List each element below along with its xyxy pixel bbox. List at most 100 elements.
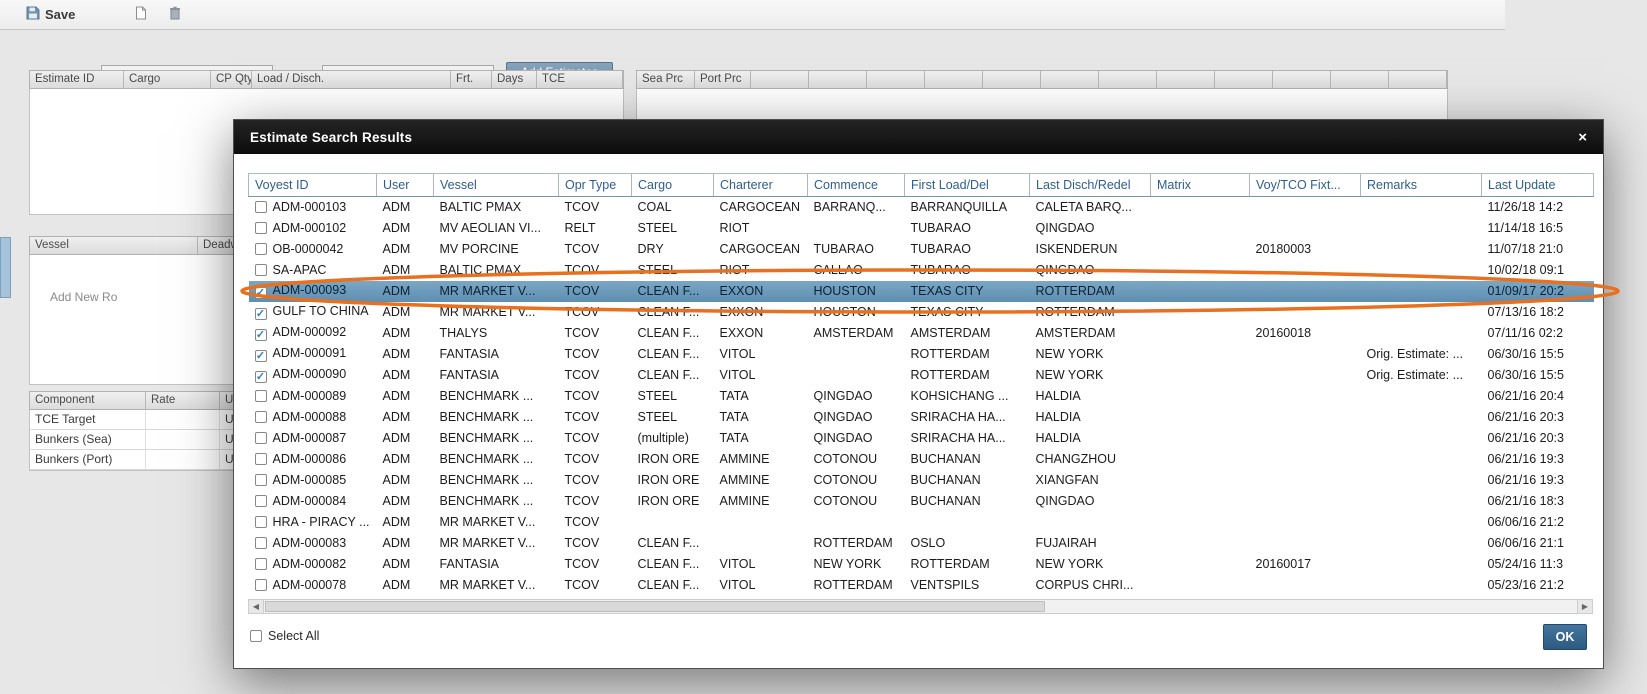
row-checkbox[interactable] (255, 432, 267, 444)
result-row-adm-000090[interactable]: ✓ADM-000090ADMFANTASIATCOVCLEAN F...VITO… (249, 365, 1594, 386)
cell-commence: QINGDAO (808, 386, 905, 407)
cell-vessel: FANTASIA (434, 365, 559, 386)
sidebar-handle[interactable] (0, 237, 11, 298)
add-new-row-link[interactable]: Add New Ro (50, 290, 117, 304)
voyest-id-text: HRA - PIRACY ... (273, 515, 370, 529)
row-checkbox[interactable]: ✓ (255, 287, 267, 299)
copy-document-button[interactable] (127, 3, 155, 26)
row-checkbox[interactable] (255, 516, 267, 528)
result-row-ob-0000042[interactable]: OB-0000042ADMMV PORCINETCOVDRYCARGOCEANT… (249, 239, 1594, 260)
row-checkbox[interactable] (255, 243, 267, 255)
cell-opr-type: TCOV (559, 365, 632, 386)
row-checkbox[interactable] (255, 558, 267, 570)
scroll-right-arrow[interactable]: ▶ (1577, 600, 1592, 613)
result-row-hra-piracy[interactable]: HRA - PIRACY ...ADMMR MARKET V...TCOV06/… (249, 512, 1594, 533)
result-row-sa-apac[interactable]: SA-APACADMBALTIC PMAXTCOVSTEELRIOTCALLAO… (249, 260, 1594, 281)
cell-matrix (1151, 365, 1250, 386)
price-grid-header-blank (1099, 71, 1157, 88)
cell-matrix (1151, 533, 1250, 554)
row-checkbox[interactable] (255, 453, 267, 465)
cell-voyest-id: ADM-000088 (249, 407, 377, 428)
result-row-adm-000083[interactable]: ADM-000083ADMMR MARKET V...TCOVCLEAN F..… (249, 533, 1594, 554)
row-checkbox[interactable] (255, 264, 267, 276)
cell-charterer (714, 512, 808, 533)
save-button[interactable]: Save (20, 3, 81, 26)
cell-remarks (1361, 386, 1482, 407)
column-header-voyest-id[interactable]: Voyest ID (249, 174, 377, 197)
result-row-adm-000088[interactable]: ADM-000088ADMBENCHMARK ...TCOVSTEELTATAQ… (249, 407, 1594, 428)
cell-matrix (1151, 491, 1250, 512)
row-checkbox[interactable] (255, 222, 267, 234)
row-checkbox[interactable] (255, 495, 267, 507)
result-row-adm-000102[interactable]: ADM-000102ADMMV AEOLIAN VI...RELTSTEELRI… (249, 218, 1594, 239)
cell-opr-type: TCOV (559, 533, 632, 554)
result-row-adm-000078[interactable]: ADM-000078ADMMR MARKET V...TCOVCLEAN F..… (249, 575, 1594, 596)
component-cell (146, 450, 220, 469)
delete-button[interactable] (161, 3, 189, 26)
column-header-last-update[interactable]: Last Update (1482, 174, 1594, 197)
result-row-adm-000082[interactable]: ADM-000082ADMFANTASIATCOVCLEAN F...VITOL… (249, 554, 1594, 575)
column-header-voy-tco-fixt[interactable]: Voy/TCO Fixt... (1250, 174, 1361, 197)
column-header-first-load-del[interactable]: First Load/Del (905, 174, 1030, 197)
cell-remarks (1361, 302, 1482, 323)
cell-user: ADM (377, 260, 434, 281)
cell-first-load-del: BUCHANAN (905, 491, 1030, 512)
result-row-gulf-to-china[interactable]: ✓GULF TO CHINAADMMR MARKET V...TCOVCLEAN… (249, 302, 1594, 323)
cell-matrix (1151, 239, 1250, 260)
ok-button[interactable]: OK (1543, 624, 1587, 650)
cell-cargo: STEEL (632, 260, 714, 281)
voyest-id-text: ADM-000092 (273, 325, 347, 339)
voyest-id-text: ADM-000089 (273, 389, 347, 403)
result-row-adm-000086[interactable]: ADM-000086ADMBENCHMARK ...TCOVIRON OREAM… (249, 449, 1594, 470)
result-row-adm-000087[interactable]: ADM-000087ADMBENCHMARK ...TCOV(multiple)… (249, 428, 1594, 449)
column-header-last-disch-redel[interactable]: Last Disch/Redel (1030, 174, 1151, 197)
cell-voy-tco-fixt: 20160018 (1250, 323, 1361, 344)
horizontal-scrollbar-thumb[interactable] (265, 601, 1045, 612)
result-row-adm-000089[interactable]: ADM-000089ADMBENCHMARK ...TCOVSTEELTATAQ… (249, 386, 1594, 407)
cell-remarks (1361, 554, 1482, 575)
cell-voyest-id: SA-APAC (249, 260, 377, 281)
column-header-user[interactable]: User (377, 174, 434, 197)
result-row-adm-000092[interactable]: ✓ADM-000092ADMTHALYSTCOVCLEAN F...EXXONA… (249, 323, 1594, 344)
column-header-commence[interactable]: Commence (808, 174, 905, 197)
row-checkbox[interactable]: ✓ (255, 308, 267, 320)
cell-last-disch-redel: NEW YORK (1030, 344, 1151, 365)
cell-matrix (1151, 197, 1250, 218)
column-header-vessel[interactable]: Vessel (434, 174, 559, 197)
row-checkbox[interactable] (255, 201, 267, 213)
cell-user: ADM (377, 344, 434, 365)
row-checkbox[interactable]: ✓ (255, 329, 267, 341)
row-checkbox[interactable] (255, 411, 267, 423)
row-checkbox[interactable] (255, 474, 267, 486)
row-checkbox[interactable]: ✓ (255, 371, 267, 383)
result-row-adm-000103[interactable]: ADM-000103ADMBALTIC PMAXTCOVCOALCARGOCEA… (249, 197, 1594, 218)
result-row-adm-000091[interactable]: ✓ADM-000091ADMFANTASIATCOVCLEAN F...VITO… (249, 344, 1594, 365)
cell-voyest-id: ✓ADM-000091 (249, 344, 377, 365)
column-header-cargo[interactable]: Cargo (632, 174, 714, 197)
close-icon[interactable]: × (1578, 130, 1587, 145)
column-header-matrix[interactable]: Matrix (1151, 174, 1250, 197)
cell-last-disch-redel: AMSTERDAM (1030, 323, 1151, 344)
result-row-adm-000085[interactable]: ADM-000085ADMBENCHMARK ...TCOVIRON OREAM… (249, 470, 1594, 491)
cell-cargo: CLEAN F... (632, 365, 714, 386)
scroll-left-arrow[interactable]: ◀ (249, 600, 264, 613)
document-icon (135, 6, 147, 23)
cell-user: ADM (377, 302, 434, 323)
voyest-id-text: ADM-000088 (273, 410, 347, 424)
select-all-checkbox[interactable] (250, 630, 262, 642)
row-checkbox[interactable] (255, 537, 267, 549)
cell-voy-tco-fixt: 20160017 (1250, 554, 1361, 575)
cell-voy-tco-fixt (1250, 281, 1361, 302)
estimate-grid-header-estimate-id: Estimate ID (30, 71, 124, 88)
row-checkbox[interactable] (255, 579, 267, 591)
result-row-adm-000093[interactable]: ✓ADM-000093ADMMR MARKET V...TCOVCLEAN F.… (249, 281, 1594, 302)
horizontal-scrollbar[interactable]: ◀ ▶ (248, 599, 1593, 614)
column-header-remarks[interactable]: Remarks (1361, 174, 1482, 197)
column-header-opr-type[interactable]: Opr Type (559, 174, 632, 197)
row-checkbox[interactable] (255, 390, 267, 402)
cell-matrix (1151, 218, 1250, 239)
row-checkbox[interactable]: ✓ (255, 350, 267, 362)
column-header-charterer[interactable]: Charterer (714, 174, 808, 197)
select-all-control[interactable]: Select All (250, 629, 319, 643)
result-row-adm-000084[interactable]: ADM-000084ADMBENCHMARK ...TCOVIRON OREAM… (249, 491, 1594, 512)
